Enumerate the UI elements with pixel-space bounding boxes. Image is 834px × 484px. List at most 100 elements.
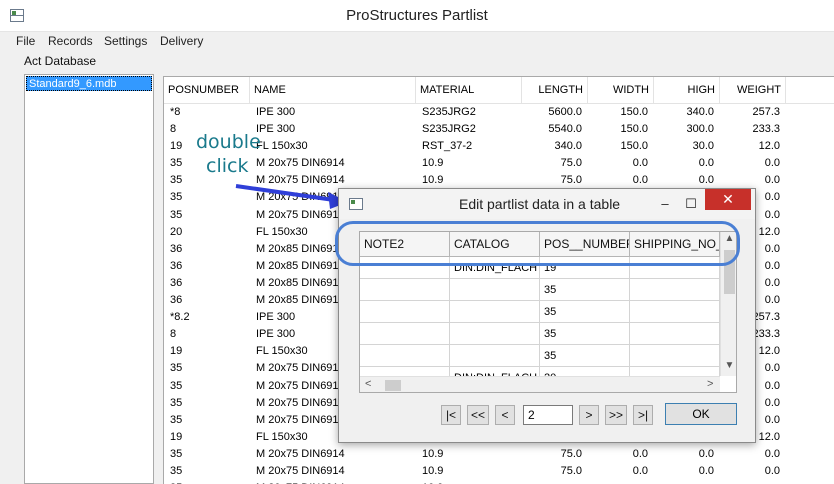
cell-name: IPE 300 [256,106,296,118]
col-high[interactable]: HIGH [654,77,720,104]
grid-cell-catalog[interactable] [450,323,540,345]
cell-material: RST_37-2 [422,140,473,153]
cell-name: FL 150x30 [256,140,308,153]
menu-settings[interactable]: Settings [104,34,147,48]
table-row[interactable]: 35 M 20x75 DIN6914 10.9 75.0 0.0 0.0 0.0 [164,172,834,189]
cell-name: M 20x75 DIN6914 [256,464,345,477]
cell-name: M 20x75 DIN6914 [256,480,416,484]
col-posnumber[interactable]: POSNUMBER [164,77,250,104]
cell-high: 0.0 [698,157,714,170]
scroll-left-icon[interactable]: < [365,378,371,390]
col-material[interactable]: MATERIAL [416,77,522,104]
table-row[interactable]: 19 FL 150x30 RST_37-2 340.0 150.0 30.0 12.0 [164,138,834,155]
grid-row[interactable]: 35 [360,345,720,367]
cell-length: 75.0 [560,464,582,477]
annotation-double: double [196,131,261,153]
horizontal-scrollbar[interactable]: < > [360,376,720,392]
cell-material: S235JRG2 [422,123,476,136]
prev-record-button[interactable]: < [495,405,515,425]
minimize-button[interactable]: – [651,193,679,215]
grid-cell-shipping-no[interactable] [630,323,720,345]
title-bar: ProStructures Partlist [0,0,834,32]
grid-cell-pos-number[interactable]: 35 [540,345,630,367]
menu-bar: File Records Settings Delivery [0,32,834,50]
table-row[interactable]: *8 IPE 300 S235JRG2 5600.0 150.0 340.0 257.3 [164,104,834,121]
grid-row[interactable]: 35 [360,279,720,301]
cell-posnumber: 35 [170,413,183,426]
col-length[interactable]: LENGTH [522,77,588,104]
grid-cell-shipping-no[interactable] [630,279,720,301]
prev-page-button[interactable]: << [467,405,489,425]
col-weight[interactable]: WEIGHT [720,77,786,104]
scroll-right-icon[interactable]: > [707,378,713,390]
grid-row[interactable]: 35 [360,323,720,345]
grid-cell-shipping-no[interactable] [630,345,720,367]
cell-weight [720,480,780,484]
cell-material: 10.9 [422,480,522,484]
database-item-selected[interactable]: Standard9_6.mdb [26,76,152,91]
maximize-button[interactable]: ☐ [677,193,705,215]
cell-name: IPE 300 [256,123,296,136]
scroll-down-icon[interactable]: ▼ [721,360,736,371]
cell-posnumber: 19 [170,430,183,443]
table-row[interactable]: 35 M 20x75 DIN6914 10.9 75.0 0.0 0.0 0.0 [164,155,834,172]
cell-width: 0.0 [632,447,648,460]
cell-weight: 0.0 [764,447,780,460]
col-width[interactable]: WIDTH [588,77,654,104]
grid-cell-catalog[interactable] [450,279,540,301]
cell-width: 0.0 [632,157,648,170]
next-record-button[interactable]: > [579,405,599,425]
menu-file[interactable]: File [16,34,35,48]
grid-row[interactable]: 35 [360,301,720,323]
cell-posnumber: 36 [170,294,183,307]
cell-posnumber: *8.2 [170,311,190,324]
cell-posnumber: 35 [170,447,183,460]
horizontal-scroll-thumb[interactable] [385,380,401,391]
window-title: ProStructures Partlist [346,7,488,24]
first-record-button[interactable]: |< [441,405,461,425]
cell-high: 300.0 [686,123,714,136]
cell-name: M 20x75 DIN6914 [256,174,345,187]
cell-material: 10.9 [422,447,444,460]
cell-posnumber: 35 [170,379,183,392]
grid-cell-note2[interactable] [360,345,450,367]
table-row[interactable]: 35 M 20x75 DIN6914 10.9 [164,480,834,484]
partlist-header: POSNUMBER NAME MATERIAL LENGTH WIDTH HIG… [164,77,834,104]
close-button[interactable]: ✕ [705,189,751,210]
cell-width: 150.0 [620,140,648,153]
cell-posnumber: 20 [170,225,183,238]
grid-cell-catalog[interactable] [450,345,540,367]
grid-cell-shipping-no[interactable] [630,301,720,323]
menu-records[interactable]: Records [48,34,93,48]
grid-cell-note2[interactable] [360,279,450,301]
cell-weight: 0.0 [764,157,780,170]
page-number-input[interactable]: 2 [523,405,573,425]
cell-posnumber: 35 [170,464,183,477]
grid-cell-pos-number[interactable]: 35 [540,301,630,323]
grid-cell-pos-number[interactable]: 35 [540,323,630,345]
dialog-title: Edit partlist data in a table [459,196,621,212]
database-list[interactable]: Standard9_6.mdb [24,74,154,484]
grid-cell-note2[interactable] [360,323,450,345]
cell-weight: 257.3 [752,106,780,118]
table-row[interactable]: 35 M 20x75 DIN6914 10.9 75.0 0.0 0.0 0.0 [164,446,834,463]
ok-button[interactable]: OK [665,403,737,425]
col-name[interactable]: NAME [250,77,416,104]
cell-length [522,480,582,484]
cell-high [654,480,714,484]
table-row[interactable]: 8 IPE 300 S235JRG2 5540.0 150.0 300.0 233.3 [164,121,834,138]
cell-length: 340.0 [554,140,582,153]
cell-posnumber: 35 [170,191,183,204]
table-row[interactable]: 35 M 20x75 DIN6914 10.9 75.0 0.0 0.0 0.0 [164,463,834,480]
grid-cell-pos-number[interactable]: 35 [540,279,630,301]
next-page-button[interactable]: >> [605,405,627,425]
cell-posnumber: 19 [170,345,183,358]
cell-high: 0.0 [698,174,714,187]
grid-cell-note2[interactable] [360,301,450,323]
cell-material: S235JRG2 [422,106,476,118]
grid-cell-catalog[interactable] [450,301,540,323]
last-record-button[interactable]: >| [633,405,653,425]
cell-high: 30.0 [692,140,714,153]
act-database-label: Act Database [24,54,97,68]
menu-delivery[interactable]: Delivery [160,34,203,48]
